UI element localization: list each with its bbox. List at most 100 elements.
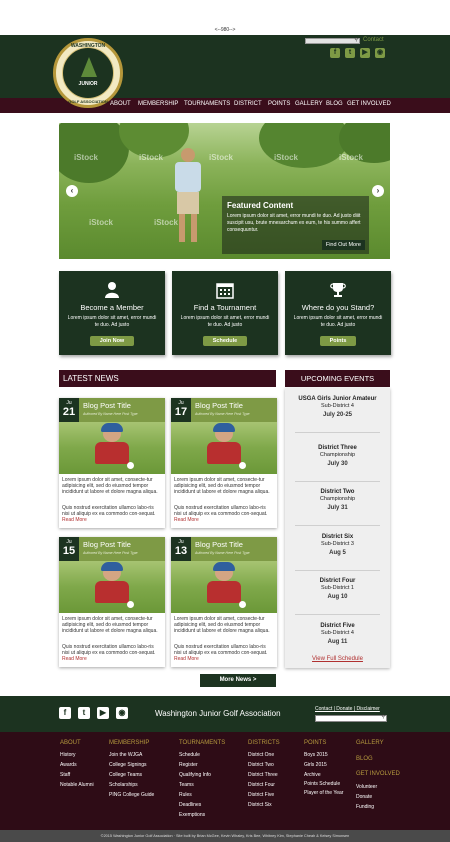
footer-link[interactable]: College Signings (109, 760, 154, 770)
person-icon (103, 281, 121, 299)
post-byline: Authored By Name Here Post Type (83, 551, 138, 555)
footer-link[interactable]: Donate (356, 794, 372, 800)
event-item[interactable]: District Five Sub-District 4 Aug 11 (285, 623, 390, 645)
footer-get-involved-link[interactable]: GET INVOLVED (356, 771, 400, 777)
header-search-input[interactable]: ⚲ (305, 37, 360, 44)
footer-blog-link[interactable]: BLOG (356, 756, 373, 762)
find-out-more-button[interactable]: Find Out More (321, 240, 365, 250)
logo-middle-text: JUNIOR (78, 81, 98, 87)
nav-tournaments[interactable]: TOURNAMENTS (184, 101, 230, 107)
blog-post-card[interactable]: Ju 15 Blog Post Title Authored By Name He… (59, 537, 165, 667)
footer-link[interactable]: District Two (248, 760, 280, 770)
footer-link[interactable]: Rules (179, 790, 225, 800)
footer-link[interactable]: Schedule (179, 750, 225, 760)
footer-link[interactable]: District One (248, 750, 280, 760)
blog-post-card[interactable]: Ju 21 Blog Post Title Authored By Name He… (59, 398, 165, 528)
hero-watermark: iStock (274, 153, 299, 162)
footer-link[interactable]: College Teams (109, 770, 154, 780)
footer-gallery-link[interactable]: GALLERY (356, 740, 384, 746)
join-now-button[interactable]: Join Now (89, 336, 135, 346)
read-more-link[interactable]: Read More (174, 517, 199, 523)
more-news-button[interactable]: More News > (200, 674, 276, 687)
footer-link[interactable]: Exemptions (179, 810, 225, 820)
event-item[interactable]: District Two Championship July 31 (285, 489, 390, 511)
footer-link[interactable]: PING College Guide (109, 790, 154, 800)
footer-link[interactable]: Points Schedule (304, 781, 348, 788)
post-image (171, 422, 277, 474)
twitter-icon[interactable]: t (345, 48, 355, 58)
footer-search-input[interactable]: ⚲ (315, 714, 387, 722)
cta-where-stand: Where do you Stand? Lorem ipsum dolor si… (285, 271, 391, 355)
footer-link[interactable]: Qualifying Info (179, 770, 225, 780)
hero-slider[interactable]: iStock iStock iStock iStock iStock iStoc… (59, 123, 390, 259)
footer-link[interactable]: Archive (304, 770, 348, 780)
nav-membership[interactable]: MEMBERSHIP (138, 101, 178, 107)
footer-link[interactable]: District Four (248, 780, 280, 790)
cta-body: Lorem ipsum dolor sit amet, error mundi … (293, 315, 383, 328)
footer-link[interactable]: Girls 2015 (304, 760, 348, 770)
footer-link[interactable]: Player of the Year (304, 790, 348, 797)
footer-link[interactable]: District Five (248, 790, 280, 800)
facebook-icon[interactable]: f (59, 707, 71, 719)
read-more-link[interactable]: Read More (62, 517, 87, 523)
read-more-link[interactable]: Read More (174, 656, 199, 662)
post-date-badge: Ju 21 (59, 398, 79, 422)
event-item[interactable]: USGA Girls Junior Amateur Sub-District 4J… (285, 396, 390, 418)
footer-link[interactable]: Teams (179, 780, 225, 790)
nav-points[interactable]: POINTS (268, 101, 290, 107)
event-item[interactable]: District Three Championship July 30 (285, 445, 390, 467)
calendar-icon (216, 281, 234, 299)
post-excerpt-2: Quis nostrud exercitation ullamco labo-r… (174, 505, 268, 523)
footer-col-about: ABOUT History Awards Staff Notable Alumn… (60, 740, 94, 790)
hero-watermark: iStock (74, 153, 99, 162)
event-item[interactable]: District Six Sub-District 3 Aug 5 (285, 534, 390, 556)
footer-link[interactable]: District Three (248, 770, 280, 780)
instagram-icon[interactable]: ◉ (116, 707, 128, 719)
post-title[interactable]: Blog Post Title (83, 540, 131, 549)
blog-post-card[interactable]: Ju 13 Blog Post Title Authored By Name He… (171, 537, 277, 667)
footer-link[interactable]: Scholarships (109, 780, 154, 790)
contact-link[interactable]: Contact (363, 37, 384, 43)
event-item[interactable]: District Four Sub-District 1 Aug 10 (285, 578, 390, 600)
nav-gallery[interactable]: GALLERY (295, 101, 323, 107)
blog-post-card[interactable]: Ju 17 Blog Post Title Authored By Name He… (171, 398, 277, 528)
post-title[interactable]: Blog Post Title (195, 540, 243, 549)
hero-next-arrow-icon[interactable]: › (372, 185, 384, 197)
cta-title: Become a Member (80, 303, 144, 312)
footer-col-tournaments: TOURNAMENTS Schedule Register Qualifying… (179, 740, 226, 820)
post-excerpt-2: Quis nostrud exercitation ullamco labo-r… (174, 644, 268, 662)
footer-link[interactable]: Awards (60, 760, 94, 770)
footer-link[interactable]: District Six (248, 800, 280, 810)
facebook-icon[interactable]: f (330, 48, 340, 58)
points-button[interactable]: Points (319, 336, 357, 346)
footer-links[interactable]: Contact | Donate | Disclaimer (315, 706, 380, 712)
wjga-logo[interactable]: WASHINGTON JUNIOR GOLF ASSOCIATION (53, 38, 123, 108)
read-more-link[interactable]: Read More (62, 656, 87, 662)
search-icon[interactable]: ⚲ (381, 714, 385, 720)
footer-link[interactable]: Funding (356, 804, 374, 810)
post-excerpt: Lorem ipsum dolor sit amet, consecte-tur… (174, 616, 270, 634)
post-image (59, 422, 165, 474)
nav-district[interactable]: DISTRICT (234, 101, 262, 107)
twitter-icon[interactable]: t (78, 707, 90, 719)
footer-link[interactable]: Staff (60, 770, 94, 780)
footer-link[interactable]: Volunteer (356, 784, 377, 790)
footer-link[interactable]: Join the WJGA (109, 750, 154, 760)
post-title[interactable]: Blog Post Title (195, 401, 243, 410)
schedule-button[interactable]: Schedule (202, 336, 248, 346)
footer-link[interactable]: Register (179, 760, 225, 770)
post-title[interactable]: Blog Post Title (83, 401, 131, 410)
youtube-icon[interactable]: ▶ (97, 707, 109, 719)
featured-title: Featured Content (227, 201, 294, 210)
footer-link[interactable]: Deadlines (179, 800, 225, 810)
nav-blog[interactable]: BLOG (326, 101, 343, 107)
footer-link[interactable]: Notable Alumni (60, 780, 94, 790)
instagram-icon[interactable]: ◉ (375, 48, 385, 58)
footer-link[interactable]: Boys 2015 (304, 750, 348, 760)
hero-prev-arrow-icon[interactable]: ‹ (66, 185, 78, 197)
search-icon[interactable]: ⚲ (354, 37, 358, 43)
nav-get-involved[interactable]: GET INVOLVED (347, 101, 391, 107)
view-full-schedule-link[interactable]: View Full Schedule (285, 656, 390, 662)
youtube-icon[interactable]: ▶ (360, 48, 370, 58)
footer-link[interactable]: History (60, 750, 94, 760)
